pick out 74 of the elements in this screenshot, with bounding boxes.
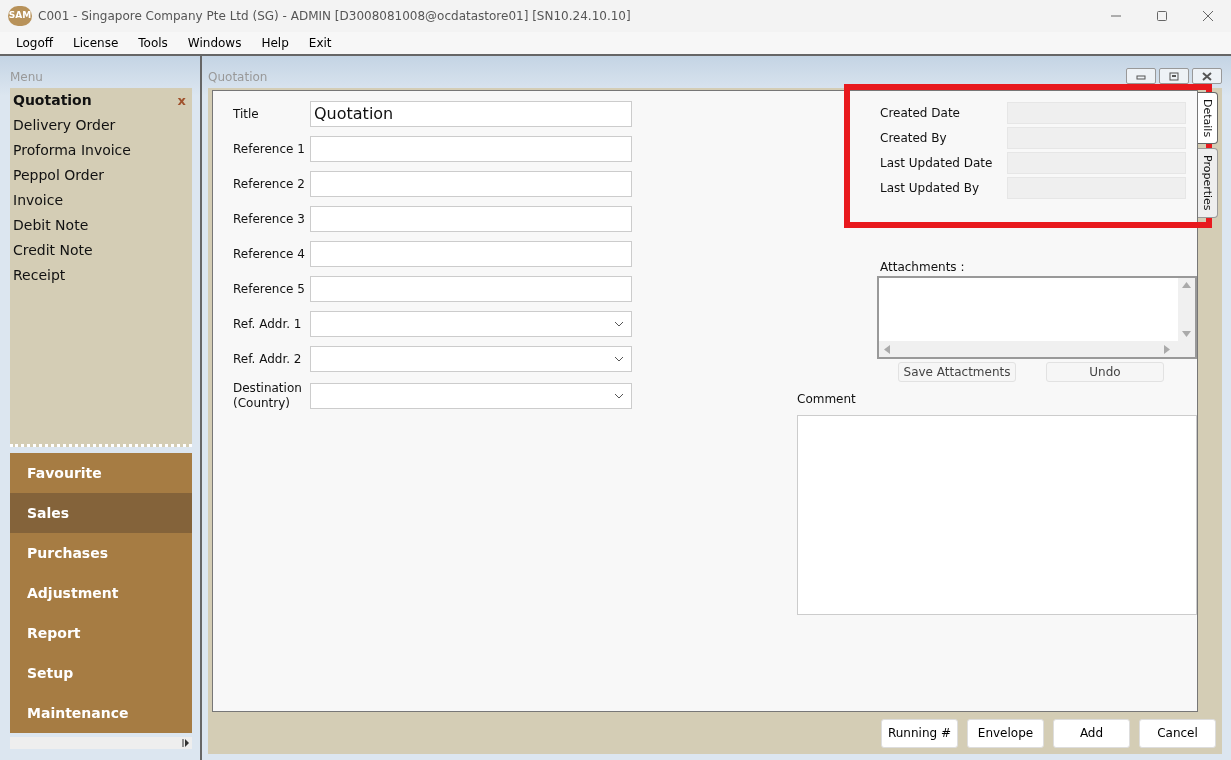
module-group[interactable]: Sales <box>10 493 192 533</box>
input-field[interactable] <box>310 276 632 302</box>
maximize-icon[interactable] <box>1156 10 1168 22</box>
attachment-button[interactable]: Undo <box>1046 362 1164 382</box>
field-label: Title <box>233 106 260 122</box>
horizontal-scrollbar[interactable] <box>10 737 192 749</box>
sidebar-item[interactable]: Proforma Invoice <box>10 138 192 163</box>
footer-button[interactable]: Add <box>1053 718 1130 748</box>
field-label: Reference 1 <box>233 141 306 157</box>
input-field[interactable] <box>310 136 632 162</box>
attachment-button[interactable]: Save Attactments <box>898 362 1016 382</box>
sidebar-item[interactable]: Peppol Order <box>10 163 192 188</box>
dropdown-field[interactable] <box>310 346 632 372</box>
input-field[interactable] <box>310 241 632 267</box>
menu-item[interactable]: Logoff <box>6 34 64 52</box>
menu-item[interactable]: Windows <box>177 34 252 52</box>
field-label: Reference 2 <box>233 176 306 192</box>
dropdown-field[interactable] <box>310 311 632 337</box>
side-tab[interactable]: Properties <box>1198 148 1218 218</box>
input-field[interactable] <box>310 171 632 197</box>
module-group[interactable]: Report <box>10 613 192 653</box>
menu-item[interactable]: Tools <box>128 34 178 52</box>
attachments-label: Attachments : <box>880 259 966 276</box>
footer-button[interactable]: Running # <box>881 718 958 748</box>
footer-button[interactable]: Envelope <box>967 718 1044 748</box>
window-title: C001 - Singapore Company Pte Ltd (SG) - ADMIN [D3008081008@ocdatastore01] [SN10.24.10.10] <box>38 8 631 25</box>
module-group[interactable]: Adjustment <box>10 573 192 613</box>
input-field[interactable] <box>310 206 632 232</box>
property-label: Created By <box>880 129 948 147</box>
input-field[interactable]: Quotation <box>310 101 632 127</box>
scroll-up-icon[interactable] <box>1182 282 1191 288</box>
dropdown-caret-icon <box>614 321 624 327</box>
menu-item[interactable]: Exit <box>298 34 342 52</box>
panel-title: Quotation <box>208 69 268 86</box>
scroll-right-icon[interactable] <box>182 739 189 747</box>
module-group[interactable]: Setup <box>10 653 192 693</box>
sidebar-item[interactable]: Delivery Order <box>10 113 192 138</box>
footer-button[interactable]: Cancel <box>1139 718 1216 748</box>
property-label: Last Updated Date <box>880 154 994 172</box>
field-label: Destination (Country) <box>233 381 303 411</box>
dropdown-field[interactable] <box>310 383 632 409</box>
window-control-button[interactable] <box>1192 68 1222 84</box>
scroll-down-icon[interactable] <box>1182 331 1191 337</box>
app-logo-icon: SAM <box>8 6 32 26</box>
panel-title: Menu <box>10 69 44 86</box>
sidebar-item-label: Quotation <box>13 91 92 110</box>
field-label: Reference 5 <box>233 281 306 297</box>
scroll-left-icon[interactable] <box>884 344 890 354</box>
restore-icon <box>1167 70 1181 82</box>
field-label: Reference 3 <box>233 211 306 227</box>
menu-item[interactable]: Help <box>251 34 299 52</box>
close-icon[interactable] <box>1202 10 1214 22</box>
menu-item[interactable]: License <box>63 34 129 52</box>
property-label: Last Updated By <box>880 179 981 197</box>
close-tab-button[interactable]: x <box>177 88 186 113</box>
module-group[interactable]: Maintenance <box>10 693 192 733</box>
module-group[interactable]: Favourite <box>10 453 192 493</box>
property-label: Created Date <box>880 104 961 122</box>
attachments-list[interactable] <box>877 276 1197 359</box>
module-group[interactable]: Purchases <box>10 533 192 573</box>
sidebar-item[interactable]: Receipt <box>10 263 192 288</box>
close-icon <box>1200 70 1214 82</box>
comment-field[interactable] <box>797 415 1197 615</box>
sidebar-item[interactable]: Debit Note <box>10 213 192 238</box>
field-label: Ref. Addr. 2 <box>233 351 303 367</box>
field-label: Reference 4 <box>233 246 306 262</box>
sidebar-item[interactable]: Credit Note <box>10 238 192 263</box>
sidebar-item[interactable]: Invoice <box>10 188 192 213</box>
dropdown-caret-icon <box>614 356 624 362</box>
field-label: Ref. Addr. 1 <box>233 316 303 332</box>
side-tab[interactable]: Details <box>1198 92 1218 145</box>
dropdown-caret-icon <box>614 393 624 399</box>
window-control-button[interactable] <box>1159 68 1189 84</box>
comment-label: Comment <box>797 391 857 408</box>
